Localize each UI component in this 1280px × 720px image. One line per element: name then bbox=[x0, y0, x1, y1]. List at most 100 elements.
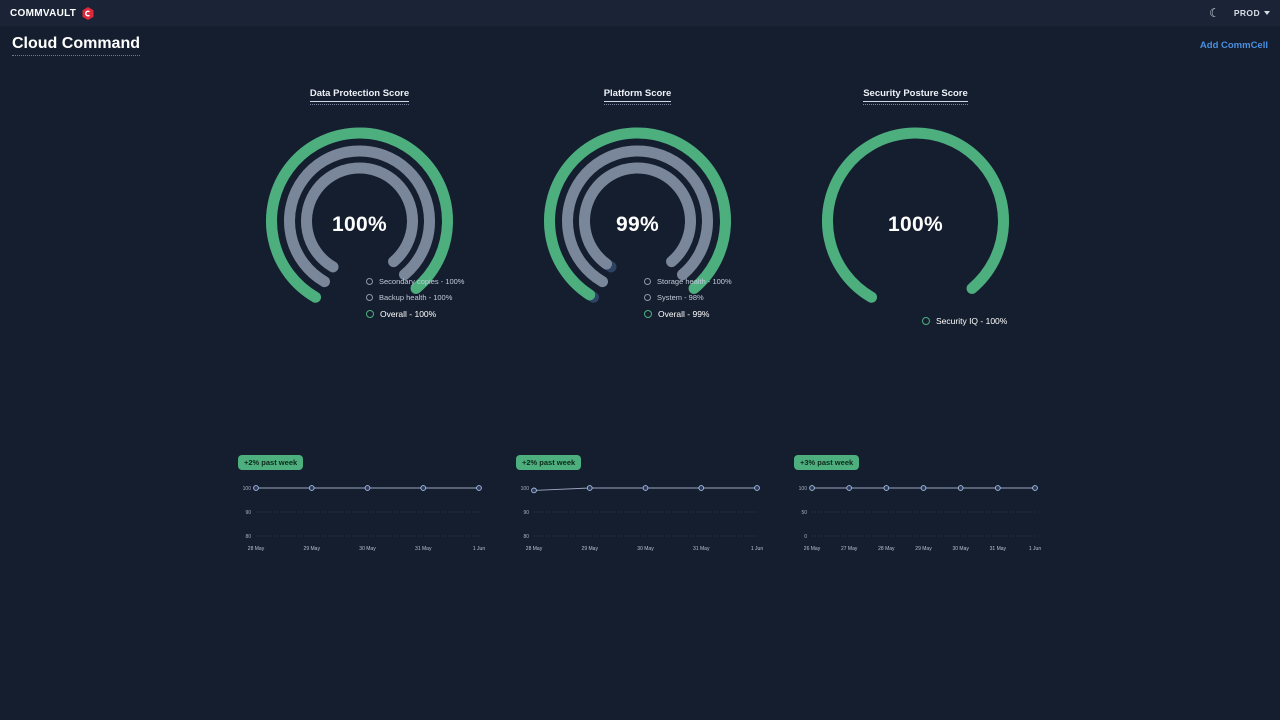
legend-label: Storage health - 100% bbox=[657, 277, 732, 286]
x-axis-tick: 1 Jun bbox=[1029, 546, 1041, 552]
y-axis-tick: 90 bbox=[245, 510, 251, 516]
legend-label: Backup health - 100% bbox=[379, 293, 452, 302]
legend-item[interactable]: Secondary copies - 100% bbox=[366, 277, 464, 286]
score-card: Data Protection Score 100% Secondary copie… bbox=[228, 66, 491, 568]
x-axis-tick: 31 May bbox=[693, 546, 710, 552]
y-axis-tick: 90 bbox=[523, 510, 529, 516]
trend-section: +2% past week100908028 May29 May30 May31… bbox=[506, 452, 769, 556]
trend-badge: +2% past week bbox=[516, 455, 581, 470]
x-axis-tick: 1 Jun bbox=[473, 546, 485, 552]
sparkline-point[interactable] bbox=[921, 486, 926, 491]
x-axis-tick: 30 May bbox=[952, 546, 969, 552]
sparkline-point[interactable] bbox=[309, 486, 314, 491]
sparkline-point[interactable] bbox=[365, 486, 370, 491]
x-axis-tick: 27 May bbox=[841, 546, 858, 552]
score-card: Platform Score 99% Storage health - 100% Sy… bbox=[506, 66, 769, 568]
trend-sparkline: 100908028 May29 May30 May31 May1 Jun bbox=[506, 480, 769, 556]
gauge-value: 100% bbox=[784, 213, 1047, 237]
gauge-legend: Security IQ - 100% bbox=[922, 316, 1007, 326]
trend-badge: +2% past week bbox=[238, 455, 303, 470]
sparkline-point[interactable] bbox=[421, 486, 426, 491]
gauge: 99% Storage health - 100% System - 98% Over… bbox=[506, 117, 769, 332]
trend-section: +3% past week10050026 May27 May28 May29 … bbox=[784, 452, 1047, 556]
x-axis-tick: 29 May bbox=[582, 546, 599, 552]
environment-selector[interactable]: PROD bbox=[1234, 8, 1270, 18]
commvault-hex-icon bbox=[82, 7, 94, 20]
x-axis-tick: 29 May bbox=[304, 546, 321, 552]
gauge-legend: Storage health - 100% System - 98% Overall… bbox=[644, 277, 732, 319]
legend-marker-icon bbox=[644, 294, 651, 301]
card-title-text: Platform Score bbox=[604, 88, 672, 102]
score-card: Security Posture Score 100% Security IQ - … bbox=[784, 66, 1047, 568]
sparkline-point[interactable] bbox=[643, 486, 648, 491]
x-axis-tick: 30 May bbox=[359, 546, 376, 552]
legend-marker-icon bbox=[922, 317, 930, 325]
legend-marker-icon bbox=[644, 278, 651, 285]
top-bar: COMMVAULT ☾ PROD bbox=[0, 0, 1280, 26]
brand-logo[interactable]: COMMVAULT bbox=[10, 7, 94, 20]
sparkline-point[interactable] bbox=[532, 488, 537, 493]
gauge: 100% Security IQ - 100% bbox=[784, 117, 1047, 332]
legend-label: Security IQ - 100% bbox=[936, 316, 1007, 326]
sparkline-point[interactable] bbox=[810, 486, 815, 491]
y-axis-tick: 100 bbox=[243, 486, 252, 492]
sparkline-point[interactable] bbox=[254, 486, 259, 491]
legend-item[interactable]: Storage health - 100% bbox=[644, 277, 732, 286]
legend-item[interactable]: Backup health - 100% bbox=[366, 293, 464, 302]
sparkline-point[interactable] bbox=[884, 486, 889, 491]
legend-label: Overall - 99% bbox=[658, 309, 710, 319]
score-cards-container: Data Protection Score 100% Secondary copie… bbox=[0, 66, 1280, 568]
sparkline-point[interactable] bbox=[958, 486, 963, 491]
legend-marker-icon bbox=[366, 310, 374, 318]
card-title: Platform Score bbox=[506, 88, 769, 99]
x-axis-tick: 1 Jun bbox=[751, 546, 763, 552]
trend-badge: +3% past week bbox=[794, 455, 859, 470]
brand-name: COMMVAULT bbox=[10, 8, 76, 19]
sparkline-point[interactable] bbox=[1033, 486, 1038, 491]
sparkline-point[interactable] bbox=[699, 486, 704, 491]
card-title-text: Security Posture Score bbox=[863, 88, 968, 102]
sparkline-point[interactable] bbox=[587, 486, 592, 491]
sparkline-point[interactable] bbox=[847, 486, 852, 491]
y-axis-tick: 50 bbox=[801, 510, 807, 516]
gauge-value: 100% bbox=[228, 213, 491, 237]
add-commcell-button[interactable]: Add CommCell bbox=[1200, 40, 1268, 51]
gauge-legend: Secondary copies - 100% Backup health - 1… bbox=[366, 277, 464, 319]
x-axis-tick: 31 May bbox=[990, 546, 1007, 552]
gauge: 100% Secondary copies - 100% Backup health… bbox=[228, 117, 491, 332]
x-axis-tick: 30 May bbox=[637, 546, 654, 552]
x-axis-tick: 28 May bbox=[248, 546, 265, 552]
card-title-text: Data Protection Score bbox=[310, 88, 409, 102]
x-axis-tick: 26 May bbox=[804, 546, 821, 552]
y-axis-tick: 0 bbox=[804, 534, 807, 540]
legend-item[interactable]: Overall - 100% bbox=[366, 309, 464, 319]
page-title: Cloud Command bbox=[12, 35, 140, 56]
legend-label: Overall - 100% bbox=[380, 309, 436, 319]
legend-item[interactable]: System - 98% bbox=[644, 293, 732, 302]
y-axis-tick: 100 bbox=[521, 486, 530, 492]
sparkline-point[interactable] bbox=[477, 486, 482, 491]
card-title: Data Protection Score bbox=[228, 88, 491, 99]
trend-section: +2% past week 100 90 80 28 May 29 May 30 May 31… bbox=[228, 452, 491, 556]
sparkline-point[interactable] bbox=[755, 486, 760, 491]
moon-icon[interactable]: ☾ bbox=[1209, 7, 1220, 19]
environment-label: PROD bbox=[1234, 8, 1260, 18]
legend-item[interactable]: Security IQ - 100% bbox=[922, 316, 1007, 326]
chevron-down-icon bbox=[1264, 11, 1270, 15]
legend-label: System - 98% bbox=[657, 293, 704, 302]
page-header: Cloud Command Add CommCell bbox=[0, 26, 1280, 64]
card-title: Security Posture Score bbox=[784, 88, 1047, 99]
legend-marker-icon bbox=[366, 294, 373, 301]
sparkline-point[interactable] bbox=[995, 486, 1000, 491]
x-axis-tick: 28 May bbox=[526, 546, 543, 552]
x-axis-tick: 31 May bbox=[415, 546, 432, 552]
legend-label: Secondary copies - 100% bbox=[379, 277, 464, 286]
gauge-value: 99% bbox=[506, 213, 769, 237]
x-axis-tick: 28 May bbox=[878, 546, 895, 552]
y-axis-tick: 100 bbox=[799, 486, 808, 492]
trend-sparkline: 100 90 80 28 May 29 May 30 May 31 May 1 Jun bbox=[228, 480, 491, 556]
legend-item[interactable]: Overall - 99% bbox=[644, 309, 732, 319]
y-axis-tick: 80 bbox=[245, 534, 251, 540]
legend-marker-icon bbox=[366, 278, 373, 285]
trend-sparkline: 10050026 May27 May28 May29 May30 May31 M… bbox=[784, 480, 1047, 556]
